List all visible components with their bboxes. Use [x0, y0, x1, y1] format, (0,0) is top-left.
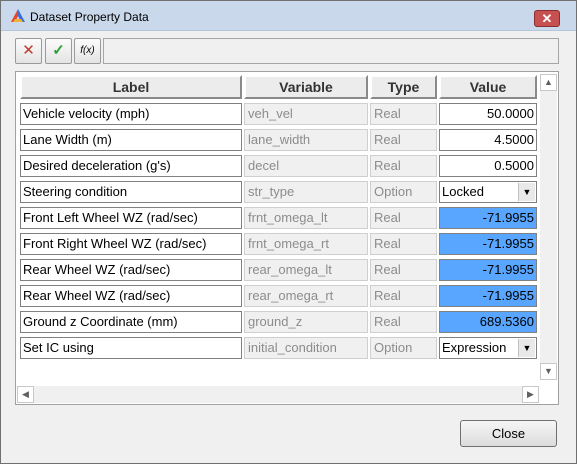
row-variable: rear_omega_rt: [244, 285, 368, 307]
column-header-label[interactable]: Label: [20, 75, 242, 99]
row-variable: str_type: [244, 181, 368, 203]
row-label: Lane Width (m): [20, 129, 242, 151]
row-value-input[interactable]: -71.9955: [439, 233, 537, 255]
row-variable: frnt_omega_lt: [244, 207, 368, 229]
row-variable: lane_width: [244, 129, 368, 151]
row-value-input[interactable]: -71.9955: [439, 259, 537, 281]
row-label: Ground z Coordinate (mm): [20, 311, 242, 333]
scroll-left-icon[interactable]: ◀: [17, 386, 34, 403]
row-label: Vehicle velocity (mph): [20, 103, 242, 125]
row-label: Rear Wheel WZ (rad/sec): [20, 285, 242, 307]
row-label: Desired deceleration (g's): [20, 155, 242, 177]
row-variable: rear_omega_lt: [244, 259, 368, 281]
scroll-down-icon[interactable]: ▼: [540, 363, 557, 380]
row-type: Real: [370, 233, 437, 255]
column-header-variable[interactable]: Variable: [244, 75, 368, 99]
chevron-down-icon[interactable]: ▼: [518, 183, 535, 201]
row-label: Front Right Wheel WZ (rad/sec): [20, 233, 242, 255]
row-type: Real: [370, 155, 437, 177]
row-value-input[interactable]: 4.5000: [439, 129, 537, 151]
dialog-window: Dataset Property Data ✕ ✕ ✓ f(x) Label V…: [0, 0, 577, 464]
horizontal-scrollbar[interactable]: ◀ ▶: [17, 386, 539, 403]
vertical-scrollbar[interactable]: ▲ ▼: [540, 74, 557, 380]
row-type: Real: [370, 103, 437, 125]
row-variable: veh_vel: [244, 103, 368, 125]
scroll-up-icon[interactable]: ▲: [540, 74, 557, 91]
row-value-input[interactable]: 689.5360: [439, 311, 537, 333]
window-close-button[interactable]: ✕: [534, 10, 560, 27]
steering-condition-select[interactable]: Locked ▼: [439, 181, 537, 203]
row-label: Steering condition: [20, 181, 242, 203]
column-header-value[interactable]: Value: [439, 75, 537, 99]
expression-field[interactable]: [103, 38, 559, 64]
row-variable: ground_z: [244, 311, 368, 333]
select-value: Expression: [442, 340, 507, 355]
row-type: Real: [370, 311, 437, 333]
row-variable: frnt_omega_rt: [244, 233, 368, 255]
initial-condition-select[interactable]: Expression ▼: [439, 337, 537, 359]
chevron-down-icon[interactable]: ▼: [518, 339, 535, 357]
row-value-input[interactable]: -71.9955: [439, 285, 537, 307]
scroll-right-icon[interactable]: ▶: [522, 386, 539, 403]
row-type: Option: [370, 181, 437, 203]
close-button[interactable]: Close: [460, 420, 557, 447]
row-type: Real: [370, 207, 437, 229]
row-label: Set IC using: [20, 337, 242, 359]
row-type: Real: [370, 285, 437, 307]
function-editor-button[interactable]: f(x): [74, 38, 101, 64]
select-value: Locked: [442, 184, 484, 199]
row-value-input[interactable]: 0.5000: [439, 155, 537, 177]
row-type: Real: [370, 129, 437, 151]
row-type: Real: [370, 259, 437, 281]
row-variable: decel: [244, 155, 368, 177]
cancel-button[interactable]: ✕: [15, 38, 42, 64]
app-logo-icon: [11, 9, 25, 22]
property-table: Label Variable Type Value Vehicle veloci…: [15, 71, 559, 405]
apply-button[interactable]: ✓: [45, 38, 72, 64]
window-title: Dataset Property Data: [30, 10, 149, 24]
toolbar: ✕ ✓ f(x): [15, 38, 559, 65]
row-label: Front Left Wheel WZ (rad/sec): [20, 207, 242, 229]
row-value-input[interactable]: 50.0000: [439, 103, 537, 125]
row-label: Rear Wheel WZ (rad/sec): [20, 259, 242, 281]
column-header-type[interactable]: Type: [370, 75, 437, 99]
row-value-input[interactable]: -71.9955: [439, 207, 537, 229]
title-bar: Dataset Property Data ✕: [1, 1, 576, 31]
row-type: Option: [370, 337, 437, 359]
row-variable: initial_condition: [244, 337, 368, 359]
